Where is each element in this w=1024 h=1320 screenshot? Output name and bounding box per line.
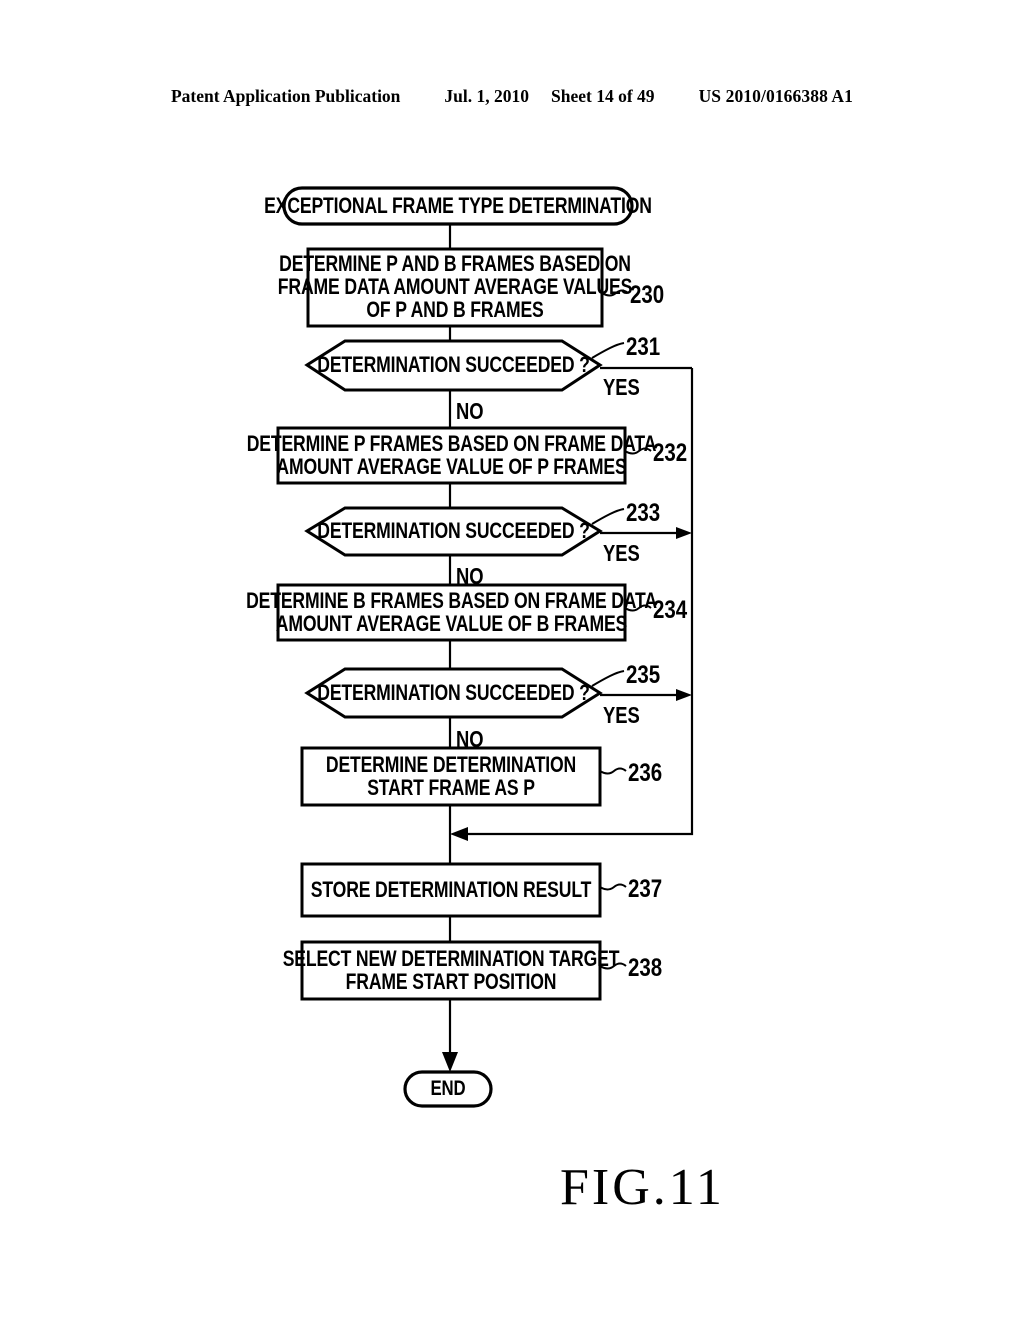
decision-235-shape <box>304 667 603 719</box>
flowchart-canvas <box>276 186 694 1108</box>
process-234-shape <box>276 583 627 642</box>
process-236-shape <box>300 746 602 807</box>
arrowhead-233-yes <box>676 527 692 539</box>
leader-233 <box>591 508 625 525</box>
decision-231-shape <box>304 339 603 392</box>
leader-231 <box>591 342 625 359</box>
leader-235 <box>591 670 625 687</box>
leader-230 <box>601 289 629 297</box>
figure-label: FIG.11 <box>560 1159 725 1216</box>
leader-234 <box>624 604 652 612</box>
process-237-shape <box>300 862 602 918</box>
arrowhead-235-yes <box>676 689 692 701</box>
process-230-shape <box>306 247 604 328</box>
patent-figure-page: Patent Application Publication Jul. 1, 2… <box>0 0 1024 1320</box>
arrowhead-merge <box>450 827 468 841</box>
leader-237 <box>599 883 627 891</box>
decision-233-shape <box>304 506 603 557</box>
end-terminator-shape <box>403 1070 493 1108</box>
leader-236 <box>599 767 627 775</box>
process-238-shape <box>300 940 602 1001</box>
start-terminator-shape <box>282 186 634 226</box>
leader-238 <box>599 962 627 970</box>
arrowhead-end <box>442 1052 458 1072</box>
leader-232 <box>624 447 652 455</box>
process-232-shape <box>276 426 627 485</box>
